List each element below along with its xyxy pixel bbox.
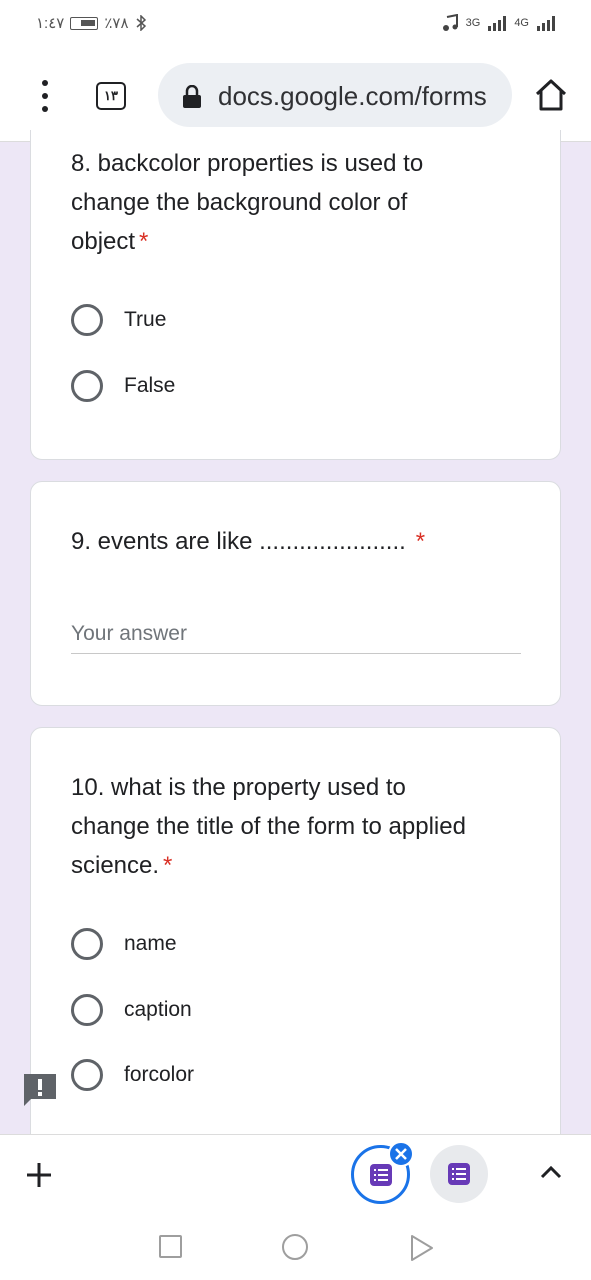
network-type-2: 4G bbox=[514, 17, 529, 29]
recent-apps-icon[interactable] bbox=[159, 1235, 182, 1258]
question-card: 8. backcolor properties is used to chang… bbox=[30, 130, 561, 460]
tab-strip bbox=[0, 1134, 591, 1214]
question-text: 10. what is the property used to change … bbox=[71, 774, 466, 879]
radio-option[interactable]: caption bbox=[71, 993, 192, 1027]
back-icon[interactable] bbox=[410, 1234, 434, 1262]
option-label: True bbox=[124, 308, 167, 331]
option-label: name bbox=[124, 932, 177, 955]
status-time: ١:٤٧ bbox=[36, 15, 65, 32]
music-note-icon bbox=[442, 14, 458, 31]
question-text: 9. events are like .....................… bbox=[71, 528, 406, 555]
option-label: forcolor bbox=[124, 1063, 195, 1086]
radio-button[interactable] bbox=[71, 994, 103, 1026]
question-card: 9. events are like .....................… bbox=[30, 481, 561, 706]
plus-icon[interactable] bbox=[26, 1162, 52, 1188]
status-left: ١:٤٧ ٪٧٨ bbox=[36, 14, 147, 32]
chevron-up-icon[interactable] bbox=[540, 1165, 562, 1179]
radio-option[interactable]: True bbox=[71, 303, 166, 337]
radio-button[interactable] bbox=[71, 928, 103, 960]
nav-home-icon[interactable] bbox=[282, 1234, 308, 1260]
signal-icon bbox=[537, 15, 555, 31]
question-title: 8. backcolor properties is used to chang… bbox=[71, 144, 491, 261]
required-mark: * bbox=[415, 528, 426, 555]
feedback-icon[interactable] bbox=[23, 1073, 57, 1107]
required-mark: * bbox=[163, 852, 173, 879]
bluetooth-icon bbox=[136, 15, 146, 31]
home-icon[interactable] bbox=[534, 78, 568, 112]
close-tab-icon[interactable] bbox=[388, 1141, 414, 1167]
url-text: docs.google.com/forms bbox=[218, 81, 487, 111]
radio-button[interactable] bbox=[71, 1059, 103, 1091]
radio-option[interactable]: False bbox=[71, 369, 175, 403]
question-title: 10. what is the property used to change … bbox=[71, 768, 481, 885]
browser-toolbar: ١٣ docs.google.com/forms bbox=[0, 50, 591, 142]
signal-icon bbox=[488, 15, 507, 31]
status-right: 3G 4G bbox=[442, 14, 555, 32]
option-label: False bbox=[124, 374, 176, 397]
forms-icon bbox=[448, 1163, 470, 1185]
status-bar: ١:٤٧ ٪٧٨ 3G 4G bbox=[0, 0, 591, 50]
battery-icon bbox=[70, 16, 99, 30]
more-menu-icon[interactable] bbox=[38, 80, 52, 112]
radio-option[interactable]: name bbox=[71, 927, 177, 961]
radio-button[interactable] bbox=[71, 370, 103, 402]
lock-icon bbox=[183, 85, 201, 108]
radio-option[interactable]: forcolor bbox=[71, 1058, 194, 1092]
network-type-1: 3G bbox=[465, 17, 481, 29]
forms-icon bbox=[369, 1163, 392, 1186]
tab-switcher-button[interactable]: ١٣ bbox=[96, 82, 126, 110]
option-label: caption bbox=[124, 998, 192, 1021]
battery-percent: ٪٧٨ bbox=[104, 15, 129, 32]
question-title: 9. events are like .....................… bbox=[71, 522, 531, 561]
required-mark: * bbox=[139, 228, 149, 255]
address-bar[interactable]: docs.google.com/forms bbox=[158, 63, 512, 127]
radio-button[interactable] bbox=[71, 304, 103, 336]
system-nav-bar bbox=[0, 1214, 591, 1280]
question-text: 8. backcolor properties is used to chang… bbox=[71, 150, 424, 255]
answer-input[interactable] bbox=[71, 614, 521, 654]
tab-forms[interactable] bbox=[430, 1145, 488, 1203]
question-card: 10. what is the property used to change … bbox=[30, 727, 561, 1147]
